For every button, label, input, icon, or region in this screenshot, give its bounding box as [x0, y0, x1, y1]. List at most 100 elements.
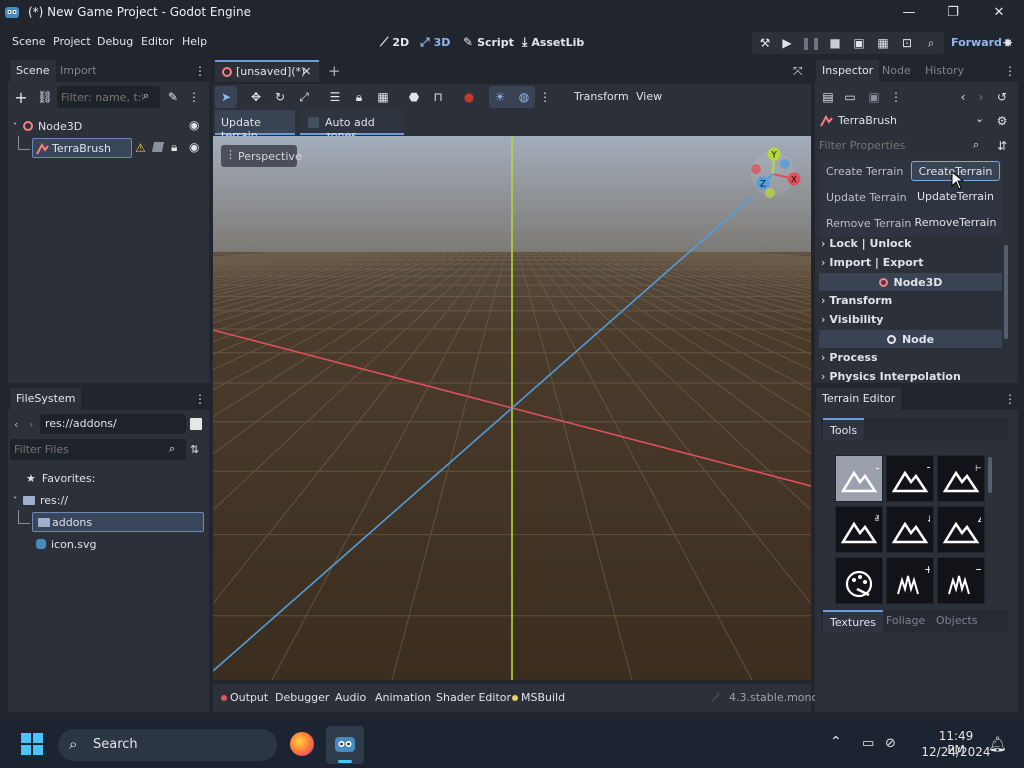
minimize-button[interactable]: —: [886, 0, 932, 24]
tab-tools[interactable]: Tools: [823, 418, 865, 440]
property-sort-icon[interactable]: ⇵: [992, 136, 1012, 156]
view-gizmo[interactable]: X Y Z: [742, 146, 804, 202]
dock-menu-kebab-icon[interactable]: ⋮: [193, 61, 207, 81]
tab-foliage[interactable]: Foliage: [886, 614, 925, 627]
display-icon[interactable]: ▭: [862, 736, 874, 751]
add-foliage-icon[interactable]: +: [886, 557, 934, 604]
back-arrow-icon[interactable]: ‹: [14, 418, 18, 431]
remote-debug-icon[interactable]: ▣: [849, 33, 869, 53]
perspective-menu[interactable]: ⋮ Perspective: [221, 145, 302, 167]
move-icon[interactable]: ✥: [246, 87, 266, 107]
terrabrush-toolbar-icon[interactable]: ●: [459, 87, 479, 107]
close-tab-icon[interactable]: ✕: [302, 65, 311, 78]
mode-assetlib-button[interactable]: ⤓ AssetLib: [522, 31, 584, 53]
build-hammer-icon[interactable]: ⚒: [755, 33, 775, 53]
section-visibility[interactable]: › Visibility: [821, 311, 1001, 329]
tools-scrollbar[interactable]: [988, 457, 992, 493]
tab-textures[interactable]: Textures: [823, 610, 883, 632]
tab-terrain-editor[interactable]: Terrain Editor: [816, 388, 902, 410]
smooth-terrain-icon[interactable]: ≚: [835, 506, 883, 553]
mode-3d-button[interactable]: ⤢ 3D: [420, 31, 450, 53]
pause-icon[interactable]: ❚❚: [801, 33, 821, 53]
mode-script-button[interactable]: ✎ Script: [463, 31, 514, 53]
remove-foliage-icon[interactable]: −: [937, 557, 985, 604]
tree-row-terrabrush[interactable]: TerraBrush: [32, 138, 132, 158]
mode-2d-button[interactable]: ⟋ 2D: [380, 31, 409, 53]
set-height-icon[interactable]: ↓: [886, 506, 934, 553]
visibility-eye-icon[interactable]: ◉: [189, 140, 199, 154]
notification-bell-icon[interactable]: 🔔︎: [988, 735, 1007, 753]
environment-preview-icon[interactable]: ◍: [514, 87, 534, 107]
update-terrain-tab[interactable]: Update terrain: [215, 110, 295, 142]
taskbar-search-box[interactable]: ⌕ Search: [58, 729, 277, 761]
script-attached-icon[interactable]: [151, 142, 165, 152]
save-resource-icon[interactable]: ▣: [864, 87, 884, 107]
history-back-icon[interactable]: ‹: [953, 87, 973, 107]
tab-filesystem[interactable]: FileSystem: [10, 388, 82, 410]
remove-terrain-button[interactable]: RemoveTerrain: [911, 213, 1000, 233]
bottom-tab-animation[interactable]: Animation: [375, 689, 431, 707]
object-history-icon[interactable]: ↺: [992, 87, 1012, 107]
scene-tab-unsaved[interactable]: [unsaved](*) ✕: [215, 60, 319, 82]
inspector-menu-kebab-icon[interactable]: ⋮: [1003, 61, 1017, 81]
scene-options-kebab-icon[interactable]: ⋮: [186, 87, 202, 107]
bottom-tab-audio[interactable]: Audio: [335, 689, 366, 707]
raise-terrain-icon[interactable]: +: [835, 455, 883, 502]
instance-scene-link-icon[interactable]: ⛓: [35, 87, 55, 107]
chevron-up-icon[interactable]: ⌃: [830, 734, 842, 750]
res-root-row[interactable]: ˅ res://: [13, 490, 68, 510]
sort-icon[interactable]: ⇅: [190, 443, 199, 456]
bottom-tab-shader-editor[interactable]: Shader Editor: [436, 689, 511, 707]
clock-date[interactable]: 12/24/2024: [918, 745, 994, 759]
new-resource-icon[interactable]: ▤: [818, 87, 838, 107]
add-node-icon[interactable]: +: [11, 87, 31, 107]
attach-script-icon[interactable]: ✎: [163, 87, 183, 107]
warning-icon[interactable]: ⚠: [135, 141, 146, 155]
tree-row-node3d[interactable]: ˅ Node3D: [13, 116, 82, 136]
3d-viewport-canvas[interactable]: [213, 136, 811, 680]
movie-maker-icon[interactable]: ▦: [873, 33, 893, 53]
bottom-tab-msbuild[interactable]: MSBuild: [521, 689, 565, 707]
menu-scene[interactable]: Scene: [12, 30, 46, 54]
firefox-icon[interactable]: [290, 732, 314, 756]
object-properties-icon[interactable]: ⚙: [992, 111, 1012, 131]
network-icon[interactable]: ⊘: [885, 736, 896, 751]
set-angle-icon[interactable]: ∠: [937, 506, 985, 553]
bottom-tab-debugger[interactable]: Debugger: [275, 689, 329, 707]
scene-filter-input[interactable]: [61, 88, 143, 106]
tab-inspector[interactable]: Inspector: [816, 60, 880, 82]
view-menu[interactable]: View: [636, 90, 662, 103]
section-lock-unlock[interactable]: › Lock | Unlock: [821, 235, 1001, 253]
extra-resource-kebab-icon[interactable]: ⋮: [888, 87, 904, 107]
play-custom-scene-icon[interactable]: ⊡: [897, 33, 917, 53]
history-forward-icon[interactable]: ›: [971, 87, 991, 107]
filter-properties-input[interactable]: [819, 137, 969, 154]
forward-arrow-icon[interactable]: ›: [29, 418, 33, 431]
list-select-icon[interactable]: ☰: [325, 87, 345, 107]
lock-selected-icon[interactable]: 🔒︎: [349, 87, 369, 107]
scale-icon[interactable]: ⤢: [294, 87, 314, 107]
tab-objects[interactable]: Objects: [936, 614, 978, 627]
section-import-export[interactable]: › Import | Export: [821, 254, 1001, 272]
fs-menu-kebab-icon[interactable]: ⋮: [193, 389, 207, 409]
version-label[interactable]: 4.3.stable.mono: [729, 691, 818, 704]
menu-debug[interactable]: Debug: [97, 30, 133, 54]
visibility-eye-icon[interactable]: ◉: [189, 118, 199, 132]
favorites-row[interactable]: ★ Favorites:: [26, 468, 95, 488]
snap-icon[interactable]: ⊓: [428, 87, 448, 107]
inspector-scrollbar[interactable]: [1004, 245, 1008, 339]
bottom-tab-output[interactable]: Output: [230, 689, 268, 707]
section-physics-interpolation[interactable]: › Physics Interpolation: [821, 368, 1001, 386]
taskbar-godot-app[interactable]: [326, 726, 364, 764]
section-process[interactable]: › Process: [821, 349, 1001, 367]
path-box[interactable]: res://addons/: [40, 414, 186, 434]
stop-icon[interactable]: ■: [825, 33, 845, 53]
auto-add-zones-toggle[interactable]: Auto add zones: [300, 110, 404, 142]
section-transform[interactable]: › Transform: [821, 292, 1001, 310]
filter-files-input[interactable]: [14, 441, 164, 458]
search-play-icon[interactable]: ⌕: [921, 33, 941, 53]
distraction-free-icon[interactable]: ⤧: [793, 64, 803, 79]
add-tab-icon[interactable]: +: [328, 62, 341, 80]
paint-texture-icon[interactable]: [835, 557, 883, 604]
lower-terrain-icon[interactable]: −: [886, 455, 934, 502]
